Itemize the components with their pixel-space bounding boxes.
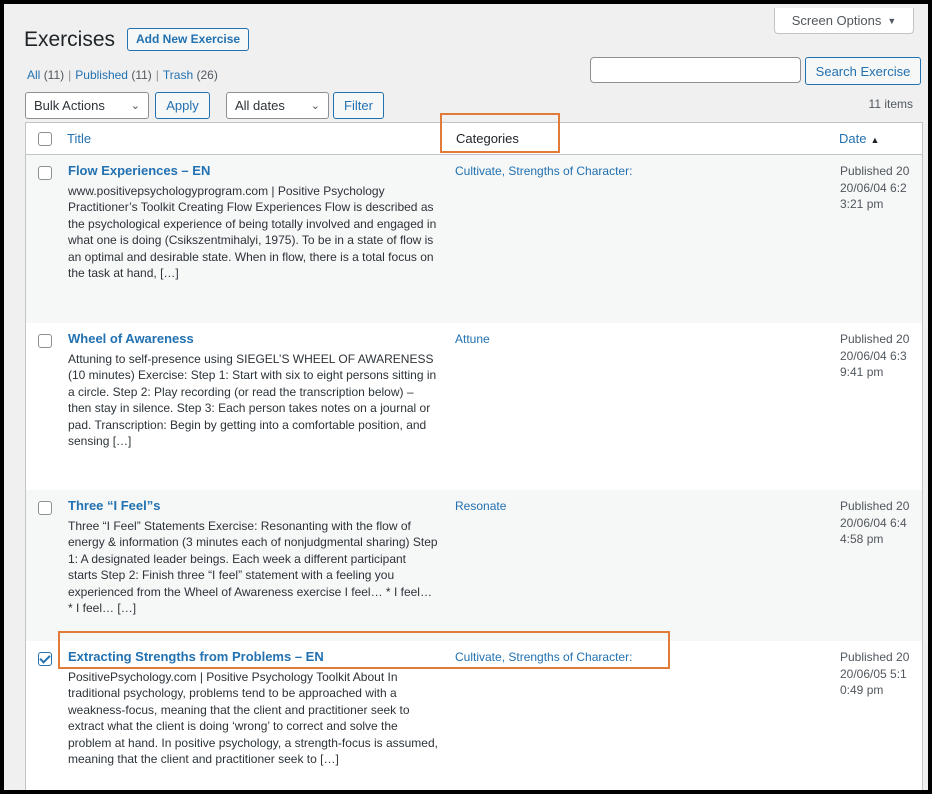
row-excerpt: PositivePsychology.com | Positive Psycho… bbox=[68, 670, 438, 767]
chevron-down-icon: ⌄ bbox=[130, 100, 140, 112]
row-title-link[interactable]: Wheel of Awareness bbox=[68, 331, 194, 346]
add-new-exercise-button[interactable]: Add New Exercise bbox=[127, 28, 250, 51]
bulk-actions-select[interactable]: Bulk Actions ⌄ bbox=[25, 92, 149, 119]
column-date[interactable]: Date ▲ bbox=[839, 131, 879, 146]
date-filter-value: All dates bbox=[235, 98, 285, 113]
view-trash-count: (26) bbox=[196, 68, 218, 82]
page-title: Exercises bbox=[24, 28, 116, 51]
row-date: Published 2020/06/04 6:23:21 pm bbox=[840, 164, 910, 211]
view-all-label: All bbox=[27, 68, 41, 82]
sort-ascending-icon: ▲ bbox=[870, 135, 880, 145]
search-exercise-button[interactable]: Search Exercise bbox=[805, 57, 921, 85]
filter-button[interactable]: Filter bbox=[333, 92, 384, 119]
screen-options-label: Screen Options bbox=[791, 13, 882, 28]
view-published-link[interactable]: Published (11) bbox=[75, 68, 152, 82]
row-excerpt: www.positivepsychologyprogram.com | Posi… bbox=[68, 184, 437, 281]
view-published-label: Published bbox=[75, 68, 128, 82]
row-title-link[interactable]: Flow Experiences – EN bbox=[68, 163, 210, 178]
column-date-label: Date bbox=[839, 131, 867, 146]
column-categories: Categories bbox=[456, 131, 519, 146]
view-trash-label: Trash bbox=[162, 68, 194, 82]
admin-screen: Screen Options ▼ Exercises Add New Exerc… bbox=[0, 0, 932, 794]
row-checkbox-checked[interactable] bbox=[38, 652, 52, 666]
table-row: Wheel of Awareness Attuning to self-pres… bbox=[26, 323, 922, 490]
row-date: Published 2020/06/04 6:39:41 pm bbox=[840, 332, 910, 379]
view-all-count: (11) bbox=[43, 68, 65, 82]
row-checkbox[interactable] bbox=[38, 501, 52, 515]
exercises-table: Title Categories Date ▲ Flow Experiences … bbox=[25, 122, 923, 790]
table-row: Extracting Strengths from Problems – EN … bbox=[26, 641, 922, 790]
separator: | bbox=[68, 68, 72, 82]
row-excerpt: Three “I Feel” Statements Exercise: Reso… bbox=[68, 519, 438, 616]
caret-down-icon: ▼ bbox=[887, 15, 897, 26]
view-published-count: (11) bbox=[131, 68, 152, 82]
row-date: Published 2020/06/05 5:10:49 pm bbox=[840, 650, 910, 697]
table-row: Three “I Feel”s Three “I Feel” Statement… bbox=[26, 490, 922, 641]
select-all-checkbox[interactable] bbox=[38, 132, 52, 146]
bulk-actions-value: Bulk Actions bbox=[34, 98, 105, 113]
chevron-down-icon: ⌄ bbox=[310, 100, 320, 112]
date-filter-select[interactable]: All dates ⌄ bbox=[226, 92, 329, 119]
view-trash-link[interactable]: Trash (26) bbox=[163, 68, 218, 82]
row-date: Published 2020/06/04 6:44:58 pm bbox=[840, 499, 910, 546]
column-title[interactable]: Title bbox=[67, 131, 91, 146]
view-all-link[interactable]: All (11) bbox=[27, 68, 64, 82]
row-categories-link[interactable]: Cultivate, Strengths of Character: bbox=[455, 650, 632, 664]
row-categories-link[interactable]: Resonate bbox=[455, 499, 506, 513]
search-input[interactable] bbox=[590, 57, 801, 83]
row-categories-link[interactable]: Cultivate, Strengths of Character: bbox=[455, 164, 632, 178]
screen-options-button[interactable]: Screen Options ▼ bbox=[774, 8, 914, 34]
row-excerpt: Attuning to self-presence using SIEGEL’S… bbox=[68, 352, 437, 449]
table-header: Title Categories Date ▲ bbox=[26, 123, 922, 155]
separator: | bbox=[155, 68, 159, 82]
row-title-link[interactable]: Extracting Strengths from Problems – EN bbox=[68, 649, 324, 664]
row-categories-link[interactable]: Attune bbox=[455, 332, 490, 346]
apply-button[interactable]: Apply bbox=[155, 92, 210, 119]
items-count: 11 items bbox=[868, 97, 913, 111]
table-row: Flow Experiences – EN www.positivepsycho… bbox=[26, 155, 922, 323]
row-checkbox[interactable] bbox=[38, 334, 52, 348]
row-title-link[interactable]: Three “I Feel”s bbox=[68, 498, 160, 513]
view-filters: All (11) | Published (11) | Trash (26) bbox=[27, 68, 218, 82]
row-checkbox[interactable] bbox=[38, 166, 52, 180]
